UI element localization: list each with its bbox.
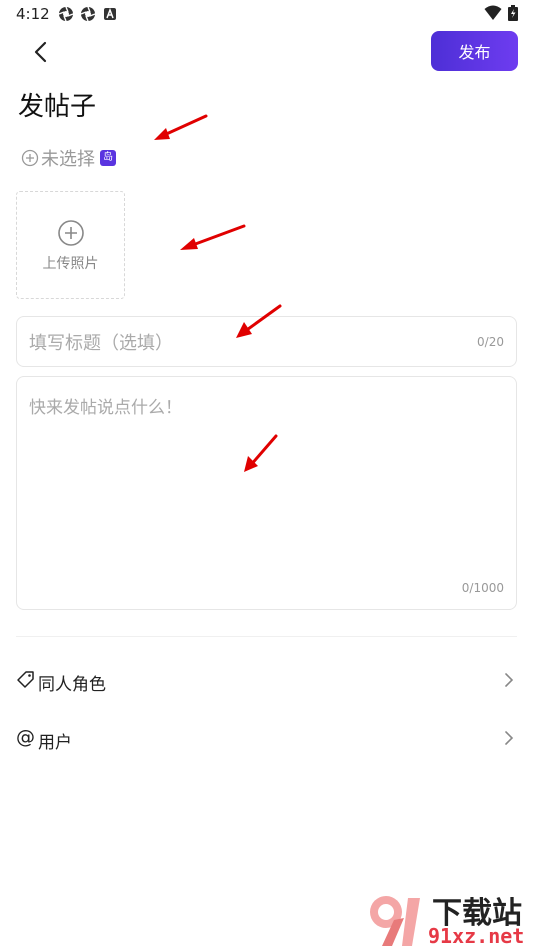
upload-photo-label: 上传照片 [42, 256, 99, 272]
status-notification-icons [58, 6, 118, 22]
chevron-right-icon [505, 673, 514, 687]
chevron-right-icon [505, 731, 514, 745]
annotation-arrow [236, 304, 282, 338]
aperture-icon [80, 6, 96, 22]
body-char-counter: 0/1000 [461, 581, 504, 595]
battery-charging-icon [508, 5, 518, 25]
status-time: 4:12 [16, 5, 50, 23]
watermark: 下载站 91xz.net [362, 888, 532, 950]
annotation-arrow [180, 224, 246, 250]
option-row-user[interactable]: @ 用户 [16, 718, 517, 758]
status-bar: 4:12 [0, 0, 534, 28]
aperture-icon [58, 6, 74, 22]
site-logo-icon [370, 896, 420, 946]
at-icon: @ [16, 726, 35, 748]
divider [16, 636, 517, 637]
wifi-icon [484, 5, 502, 25]
app-a-icon [102, 6, 118, 22]
option-label: 同人角色 [38, 675, 106, 695]
option-row-character[interactable]: 同人角色 [16, 660, 517, 700]
page-title: 发帖子 [18, 92, 97, 122]
upload-photo-button[interactable]: 上传照片 [16, 191, 125, 299]
annotation-arrow [154, 114, 208, 140]
watermark-url: 91xz.net [428, 924, 525, 948]
body-textarea[interactable] [29, 393, 499, 573]
back-button[interactable] [28, 38, 56, 66]
plus-circle-icon [21, 149, 39, 167]
annotation-arrow [244, 434, 278, 472]
title-char-counter: 0/20 [477, 335, 504, 349]
status-system-icons [484, 5, 518, 25]
island-select-label: 未选择 [41, 149, 95, 170]
option-label: 用户 [38, 733, 72, 753]
plus-circle-icon [58, 220, 84, 246]
body-field: 0/1000 [16, 376, 517, 610]
tag-icon [17, 671, 34, 688]
chevron-left-icon [34, 41, 47, 63]
island-badge: 岛 [100, 150, 116, 166]
publish-button[interactable]: 发布 [431, 31, 518, 71]
island-select[interactable]: 未选择 岛 [21, 145, 116, 171]
